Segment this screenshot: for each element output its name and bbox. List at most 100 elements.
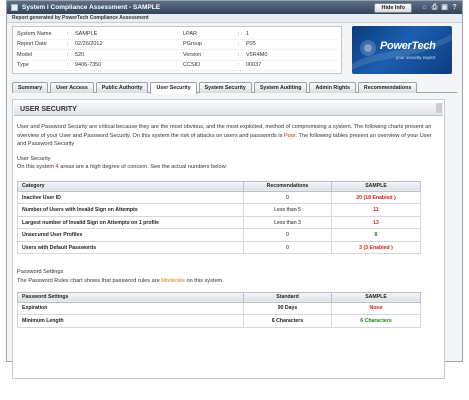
row-value: 3 (3 Enabled ) [331,240,421,255]
info-colon: : [238,51,240,58]
info-label: PGroup [183,41,202,48]
info-colon: : [238,41,240,48]
info-row: Model : 520 Version : V5R4M0 [17,50,337,61]
password-text-end: on this system. [184,278,224,285]
column-header: Recomendations [243,180,332,192]
password-text: The Password Rules chart shows that pass… [17,278,162,285]
window-title: System i Compliance Assessment - SAMPLE [22,4,161,11]
user-security-heading: User Security [17,155,51,162]
tab-admin-rights[interactable]: Admin Rights [309,82,356,93]
help-icon[interactable]: ? [451,4,458,11]
areas-text-end: areas are a high degree of concern. See … [58,164,228,171]
column-header: Password Settings [17,291,244,303]
info-label: Report Date [17,41,47,48]
info-value: 9406-7350 [75,62,102,69]
info-colon: : [238,30,240,37]
row-recommendation: 0 [243,240,332,255]
row-category: Expiration [17,301,244,316]
info-value: SAMPLE [75,30,98,37]
table-row: Largest number of Invalid Sign on Attemp… [17,215,421,230]
info-value: V5R4M0 [246,51,268,58]
row-value: 11 [331,203,421,217]
areas-text: On this system [17,164,56,171]
intro-paragraph: User and Password Security are critical … [17,123,440,149]
info-value: 02/26/2012 [75,41,103,48]
info-colon: : [67,41,69,48]
row-category: Users with Default Passwords [17,240,244,255]
row-category: Minimum Length [17,314,244,328]
tab-user-security[interactable]: User Security [150,82,197,94]
column-header: Standard [243,291,332,303]
password-settings-table: Password Settings Standard SAMPLE Expira… [17,291,421,328]
scrollbar[interactable] [436,103,442,113]
row-standard: 6 Characters [243,314,332,328]
password-level: Moderate [161,278,185,285]
home-icon[interactable]: ⌂ [421,4,428,11]
info-row: System Name : SAMPLE LPAR : 1 [17,29,337,40]
password-paragraph: The Password Rules chart shows that pass… [17,277,440,286]
row-category: Number of Users with Invalid Sign on Att… [17,203,244,217]
info-label: Version [183,51,202,58]
app-icon [11,4,18,11]
row-category: Inactive User ID [17,190,244,205]
areas-paragraph: On this system 4 areas are a high degree… [17,163,440,172]
row-value: 6 Characters [331,314,421,328]
tab-user-access[interactable]: User Access [50,82,94,93]
info-value: 1 [246,30,250,37]
section-title: USER SECURITY [20,105,77,113]
section-header: USER SECURITY [14,103,443,116]
table-header-row: Category Recomendations SAMPLE [17,180,421,192]
row-value: 8 [331,228,421,242]
table-row: Number of Users with Invalid Sign on Att… [17,203,421,217]
row-recommendation: 0 [243,190,332,205]
info-value: P05 [246,41,256,48]
info-colon: : [238,62,240,69]
row-value: 13 [331,215,421,230]
hide-info-button[interactable]: Hide Info [374,2,412,13]
user-security-table: Category Recomendations SAMPLE Inactive … [17,180,421,255]
print-icon[interactable]: ⎙ [431,4,438,11]
report-generated-by: Report generated by PowerTech Compliance… [7,14,462,23]
table-row: Expiration 90 Days None [17,301,421,316]
info-colon: : [67,30,69,37]
tab-summary[interactable]: Summary [12,82,49,93]
tab-recommendations[interactable]: Recommendations [357,82,418,93]
row-recommendation: Less than 3 [243,215,332,230]
info-row: Type : 9406-7350 CCSID : 00037 [17,61,337,71]
info-label: Model [17,51,32,58]
column-header: SAMPLE [331,291,421,303]
column-header: Category [17,180,244,192]
system-info-panel: System Name : SAMPLE LPAR : 1 Report Dat… [12,26,457,74]
table-row: Inactive User ID 0 20 (18 Enabled ) [17,190,421,205]
info-colon: : [67,62,69,69]
row-value: 20 (18 Enabled ) [331,190,421,205]
row-category: Largest number of Invalid Sign on Attemp… [17,215,244,230]
column-header: SAMPLE [331,180,421,192]
info-row: Report Date : 02/26/2012 PGroup : P05 [17,40,337,50]
info-label: LPAR [183,30,197,37]
info-value: 00037 [246,62,262,69]
user-security-panel: USER SECURITY User and Password Security… [12,99,445,379]
table-row: Users with Default Passwords 0 3 (3 Enab… [17,240,421,255]
row-value: None [331,301,421,316]
tab-system-auditing[interactable]: System Auditing [253,82,308,93]
tab-system-security[interactable]: System Security [198,82,252,93]
row-recommendation: 0 [243,228,332,242]
tab-public-authority[interactable]: Public Authority [95,82,149,93]
info-value: 520 [75,51,85,58]
save-icon[interactable]: ▣ [441,4,448,11]
row-standard: 90 Days [243,301,332,316]
logo-brand: PowerTech [380,40,436,52]
tab-bar: Summary User Access Public Authority Use… [12,82,457,94]
risk-level: Poor [283,132,296,139]
table-header-row: Password Settings Standard SAMPLE [17,291,421,303]
title-bar: System i Compliance Assessment - SAMPLE … [7,1,462,14]
system-info-table: System Name : SAMPLE LPAR : 1 Report Dat… [12,26,342,74]
info-colon: : [67,51,69,58]
info-label: CCSID [183,62,201,69]
powertech-logo: PowerTech your security expert [352,26,452,74]
info-label: System Name [17,30,52,37]
row-recommendation: Less than 5 [243,203,332,217]
info-label: Type [17,62,29,69]
logo-tagline: your security expert [396,55,436,60]
